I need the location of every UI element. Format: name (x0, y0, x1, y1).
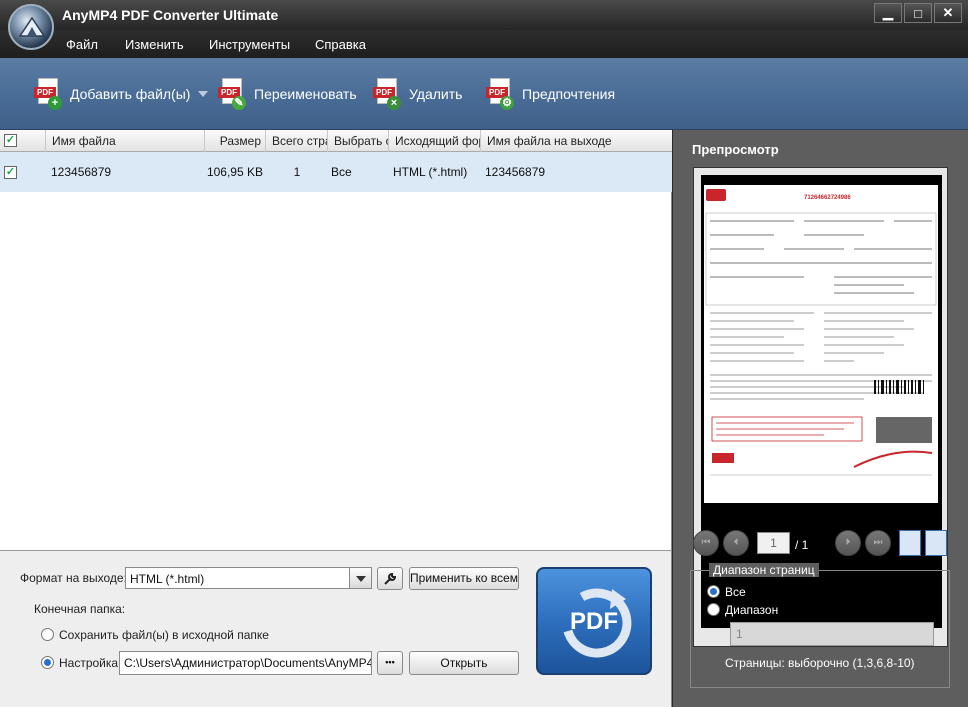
toolbar: PDF + Добавить файл(ы) PDF ✎ Переименова… (0, 58, 968, 130)
row-filename: 123456879 (51, 165, 112, 179)
convert-button[interactable]: PDF (536, 567, 652, 675)
convert-label: PDF (570, 608, 618, 635)
title-bar: AnyMP4 PDF Converter Ultimate ▁ □ ✕ (0, 0, 968, 30)
select-all-checkbox[interactable]: ✓ (4, 134, 17, 147)
add-files-label: Добавить файл(ы) (70, 86, 191, 102)
app-logo-icon (8, 4, 54, 50)
custom-folder-radio[interactable] (41, 656, 54, 669)
menu-bar: Файл Изменить Инструменты Справка (0, 30, 968, 58)
pdf-rename-icon: PDF ✎ (218, 78, 246, 110)
dropdown-arrow-icon[interactable] (198, 91, 209, 97)
column-total-pages[interactable]: Всего стра (266, 130, 328, 152)
pdf-add-icon: PDF + (34, 78, 62, 110)
table-row[interactable]: ✓ 123456879 106,95 KB 1 Все HTML (*.html… (0, 152, 672, 192)
file-list: ✓ Имя файла Размер Всего стра Выбрать с … (0, 130, 672, 550)
select-all-column: ✓ (0, 130, 46, 152)
last-page-button[interactable]: ⏭ (865, 530, 891, 556)
first-page-button[interactable]: ⏮ (693, 530, 719, 556)
preferences-button[interactable]: PDF ⚙ Предпочтения (486, 78, 615, 110)
column-select-pages[interactable]: Выбрать с (328, 130, 389, 152)
row-select-pages[interactable]: Все (331, 152, 352, 192)
format-label: Формат на выходе: (20, 571, 127, 585)
page-range-title: Диапазон страниц (709, 563, 819, 577)
window-controls: ▁ □ ✕ (874, 3, 962, 23)
delete-button[interactable]: PDF × Удалить (373, 78, 462, 110)
preview-panel: Препросмотр 71264662724986 ⏮ ⏴ 1 / 1 ⏵ ⏭… (673, 130, 968, 707)
prev-page-button[interactable]: ⏴ (723, 530, 749, 556)
page-number-input[interactable]: 1 (757, 532, 790, 554)
export-page-icon[interactable] (925, 530, 947, 556)
row-size: 106,95 KB (206, 165, 263, 179)
format-settings-button[interactable] (377, 567, 403, 590)
column-size[interactable]: Размер (205, 130, 266, 152)
ticket-number: 71264662724986 (804, 195, 851, 201)
rename-button[interactable]: PDF ✎ Переименовать (218, 78, 357, 110)
browse-button[interactable]: ••• (377, 651, 403, 675)
close-button[interactable]: ✕ (934, 3, 962, 23)
logo-mark (18, 16, 46, 37)
row-output-format[interactable]: HTML (*.html) (393, 152, 467, 192)
open-folder-button[interactable]: Открыть (409, 651, 519, 675)
preview-page: 71264662724986 (701, 175, 942, 628)
minimize-button[interactable]: ▁ (874, 3, 902, 23)
destination-label: Конечная папка: (34, 602, 126, 616)
pdf-delete-icon: PDF × (373, 78, 401, 110)
menu-help[interactable]: Справка (315, 37, 366, 52)
range-all-label[interactable]: Все (725, 585, 746, 599)
preview-document-image: 71264662724986 (704, 185, 938, 503)
wrench-icon (384, 572, 397, 585)
row-output-name[interactable]: 123456879 (485, 152, 545, 192)
menu-file[interactable]: Файл (66, 37, 98, 52)
delete-label: Удалить (409, 86, 463, 102)
preferences-label: Предпочтения (522, 86, 616, 102)
page-total: / 1 (795, 538, 809, 552)
next-page-button[interactable]: ⏵ (835, 530, 861, 556)
ticket-thumbnail: 71264662724986 (705, 189, 937, 476)
app-title: AnyMP4 PDF Converter Ultimate (62, 7, 279, 23)
rename-label: Переименовать (254, 86, 357, 102)
range-input[interactable]: 1 (730, 622, 934, 646)
range-hint: Страницы: выборочно (1,3,6,8-10) (725, 656, 915, 670)
menu-tools[interactable]: Инструменты (209, 37, 290, 52)
pdf-settings-icon: PDF ⚙ (486, 78, 514, 110)
apply-to-all-button[interactable]: Применить ко всем (409, 567, 519, 590)
save-source-label[interactable]: Сохранить файл(ы) в исходной папке (59, 628, 269, 642)
range-all-radio[interactable] (707, 585, 720, 598)
custom-folder-label[interactable]: Настройка: (59, 656, 121, 670)
save-source-radio[interactable] (41, 628, 54, 641)
column-output-format[interactable]: Исходящий форм (389, 130, 481, 152)
row-total-pages: 1 (293, 165, 301, 179)
output-path-field[interactable]: C:\Users\Администратор\Documents\AnyMP4 … (119, 651, 372, 675)
output-settings: Формат на выходе: HTML (*.html) Применит… (0, 550, 672, 707)
column-filename[interactable]: Имя файла (46, 130, 205, 152)
range-custom-radio[interactable] (707, 603, 720, 616)
column-output-name[interactable]: Имя файла на выходе (481, 130, 672, 152)
maximize-button[interactable]: □ (904, 3, 932, 23)
chevron-down-icon[interactable] (349, 568, 371, 588)
file-list-header: ✓ Имя файла Размер Всего стра Выбрать с … (0, 130, 672, 152)
range-custom-label[interactable]: Диапазон (725, 603, 778, 617)
format-select-value: HTML (*.html) (130, 572, 205, 586)
format-select[interactable]: HTML (*.html) (125, 567, 372, 589)
add-files-button[interactable]: PDF + Добавить файл(ы) (34, 78, 209, 110)
row-checkbox[interactable]: ✓ (4, 166, 17, 179)
preview-title: Препросмотр (692, 142, 779, 157)
menu-edit[interactable]: Изменить (125, 37, 184, 52)
page-view-icon[interactable] (899, 530, 921, 556)
